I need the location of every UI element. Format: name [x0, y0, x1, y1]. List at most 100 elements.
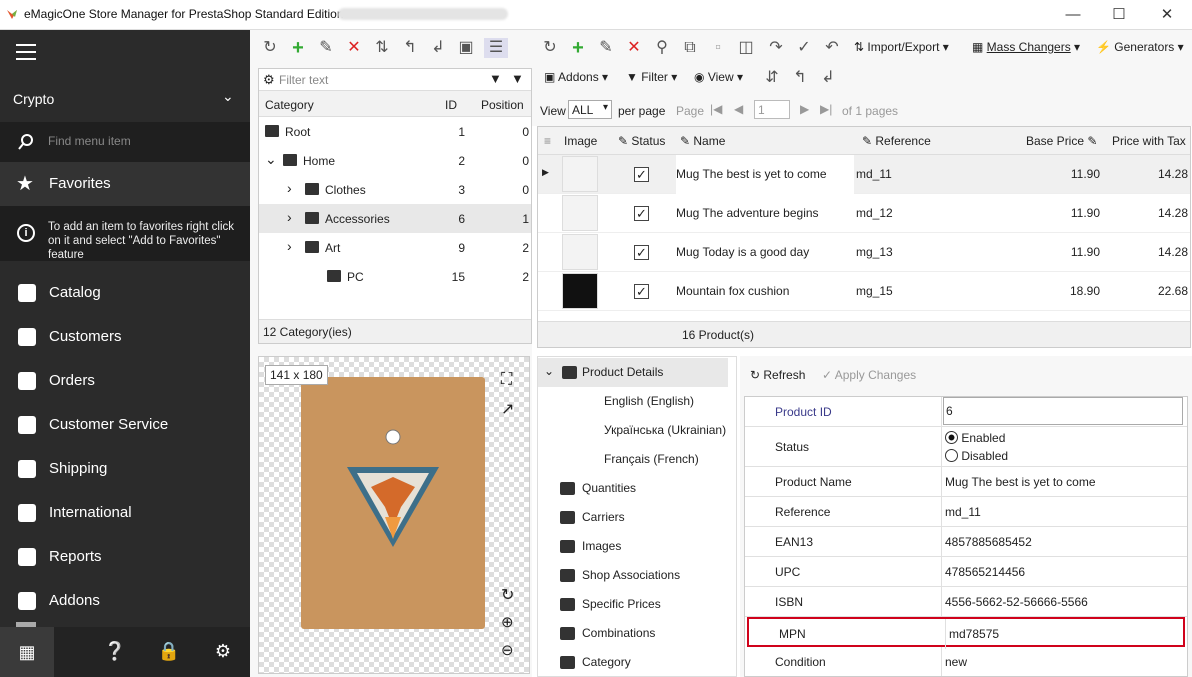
refresh-icon[interactable]: ↻	[260, 38, 280, 58]
minimize-button[interactable]: —	[1050, 0, 1096, 30]
category-row[interactable]: › Clothes 3 0	[259, 175, 531, 204]
paste-icon[interactable]: ▫	[708, 38, 728, 58]
move-down-icon[interactable]: ↲	[428, 38, 448, 58]
property-row-isbn[interactable]: ISBN 4556-5662-52-56666-5566	[745, 587, 1187, 617]
status-disabled-radio[interactable]: Disabled	[945, 449, 1008, 463]
sidebar-item-addons[interactable]: Addons	[0, 579, 250, 623]
product-price-tax[interactable]: 14.28	[1128, 245, 1188, 259]
property-value[interactable]: 4857885685452	[945, 535, 1032, 549]
import-export-menu[interactable]: ⇅ Import/Export ▾	[854, 40, 949, 54]
product-reference[interactable]: mg_15	[856, 284, 893, 298]
apply-changes-button[interactable]: ✓ Apply Changes	[822, 368, 916, 382]
edit-product-icon[interactable]: ✎	[596, 38, 616, 58]
sidebar-item-reports[interactable]: Reports	[0, 535, 250, 579]
image-edit-icon[interactable]: ▣	[456, 38, 476, 58]
chevron-icon[interactable]: ⌄	[265, 151, 277, 168]
property-row-product-name[interactable]: Product Name Mug The best is yet to come	[745, 467, 1187, 497]
product-base-price[interactable]: 11.90	[1038, 245, 1100, 259]
unassign-icon[interactable]: ↶	[822, 38, 842, 58]
status-checkbox[interactable]: ✓	[634, 245, 649, 260]
mass-changers-menu[interactable]: ▦ Mass Changers ▾	[972, 40, 1080, 54]
product-reference[interactable]: md_12	[856, 206, 893, 220]
zoom-out-icon[interactable]: ⊖	[501, 641, 514, 659]
product-row[interactable]: ✓ Mountain fox cushion mg_15 18.90 22.68	[538, 272, 1190, 311]
sort-icon[interactable]: ⇅	[372, 38, 392, 58]
chevron-down-icon[interactable]: ⌄	[544, 364, 554, 378]
hamburger-menu-icon[interactable]	[16, 44, 36, 65]
edit-pencil-icon[interactable]: ✎	[316, 38, 336, 58]
duplicate-icon[interactable]: ◫	[736, 38, 756, 58]
move-bottom-icon[interactable]: ↲	[818, 68, 838, 88]
nav-item--ukrainian[interactable]: Українська (Ukrainian)	[538, 416, 728, 445]
add-product-icon[interactable]: +	[568, 38, 588, 58]
assign-icon[interactable]: ✓	[794, 38, 814, 58]
copy-icon[interactable]: ⧉	[680, 38, 700, 58]
product-row[interactable]: ✓ Mug Today is a good day mg_13 11.90 14.28	[538, 233, 1190, 272]
sort-az-icon[interactable]: ⇵	[762, 68, 782, 88]
col-status[interactable]: ✎ Status	[618, 134, 665, 148]
product-name[interactable]: Mountain fox cushion	[676, 284, 854, 323]
property-row-ean13[interactable]: EAN13 4857885685452	[745, 527, 1187, 557]
product-row[interactable]: ✓ Mug The adventure begins md_12 11.90 14.28	[538, 194, 1190, 233]
category-row[interactable]: Root 1 0	[259, 117, 531, 146]
property-row-status[interactable]: Status Enabled Disabled	[745, 427, 1187, 467]
last-page-icon[interactable]: ▶|	[820, 102, 832, 116]
nav-item-quantities[interactable]: Quantities	[538, 474, 728, 503]
property-value[interactable]: new	[945, 655, 967, 669]
product-reference[interactable]: mg_13	[856, 245, 893, 259]
col-reference[interactable]: ✎ Reference	[862, 134, 931, 148]
sidebar-item-favorites[interactable]: ★ Favorites	[0, 162, 250, 206]
next-page-icon[interactable]: ▶	[800, 102, 809, 116]
col-image[interactable]: Image	[564, 134, 597, 148]
product-base-price[interactable]: 11.90	[1038, 206, 1100, 220]
move-icon[interactable]: ↷	[766, 38, 786, 58]
col-category[interactable]: Category	[265, 98, 314, 112]
sidebar-item-international[interactable]: International	[0, 491, 250, 535]
product-base-price[interactable]: 18.90	[1038, 284, 1100, 298]
menu-search[interactable]: Find menu item	[0, 122, 250, 162]
refresh-button[interactable]: ↻ Refresh	[750, 368, 805, 382]
property-row-mpn[interactable]: MPN md78575	[747, 617, 1185, 649]
filter-text-input[interactable]: Filter text	[279, 73, 328, 87]
nav-item-product-details[interactable]: ⌄ Product Details	[538, 358, 728, 387]
nav-item-images[interactable]: Images	[538, 532, 728, 561]
col-name[interactable]: ✎ Name	[680, 134, 725, 148]
move-top-icon[interactable]: ↰	[790, 68, 810, 88]
move-up-icon[interactable]: ↰	[400, 38, 420, 58]
search-product-icon[interactable]: ⚲	[652, 38, 672, 58]
prev-page-icon[interactable]: ◀	[734, 102, 743, 116]
product-price-tax[interactable]: 14.28	[1128, 167, 1188, 181]
nav-item-combinations[interactable]: Combinations	[538, 619, 728, 648]
sidebar-item-catalog[interactable]: Catalog	[0, 271, 250, 315]
sidebar-item-customer-service[interactable]: Customer Service	[0, 403, 250, 447]
first-page-icon[interactable]: |◀	[710, 102, 722, 116]
product-row[interactable]: ▶ ✓ Mug The best is yet to come md_11 11.90 1…	[538, 155, 1190, 194]
filter-panel-icon[interactable]: ☰	[484, 38, 508, 58]
status-checkbox[interactable]: ✓	[634, 206, 649, 221]
sidebar-item-orders[interactable]: Orders	[0, 359, 250, 403]
product-price-tax[interactable]: 22.68	[1128, 284, 1188, 298]
help-icon[interactable]: ❔	[102, 638, 128, 664]
col-price-tax[interactable]: Price with Tax	[1112, 134, 1186, 148]
store-icon[interactable]: ▦	[0, 627, 54, 677]
product-price-tax[interactable]: 14.28	[1128, 206, 1188, 220]
clear-filter-icon[interactable]: ▼	[511, 71, 524, 86]
page-input[interactable]: 1	[754, 100, 790, 119]
sidebar-item-shipping[interactable]: Shipping	[0, 447, 250, 491]
nav-item-shop-associations[interactable]: Shop Associations	[538, 561, 728, 590]
delete-icon[interactable]: ✕	[344, 38, 364, 58]
product-base-price[interactable]: 11.90	[1038, 167, 1100, 181]
property-row-reference[interactable]: Reference md_11	[745, 497, 1187, 527]
property-value[interactable]: 4556-5662-52-56666-5566	[945, 595, 1088, 609]
lock-icon[interactable]: 🔒	[156, 638, 182, 664]
fit-screen-icon[interactable]: ⛶	[501, 371, 512, 389]
product-reference[interactable]: md_11	[856, 167, 892, 181]
sidebar-item-customers[interactable]: Customers	[0, 315, 250, 359]
refresh-products-icon[interactable]: ↻	[540, 38, 560, 58]
close-window-button[interactable]: ✕	[1144, 0, 1190, 30]
property-row-upc[interactable]: UPC 478565214456	[745, 557, 1187, 587]
nav-item-category[interactable]: Category	[538, 648, 728, 677]
property-row-product-id[interactable]: Product ID 6	[745, 397, 1187, 427]
store-selector[interactable]: Crypto ⌄	[0, 74, 250, 122]
nav-item-specific-prices[interactable]: Specific Prices	[538, 590, 728, 619]
